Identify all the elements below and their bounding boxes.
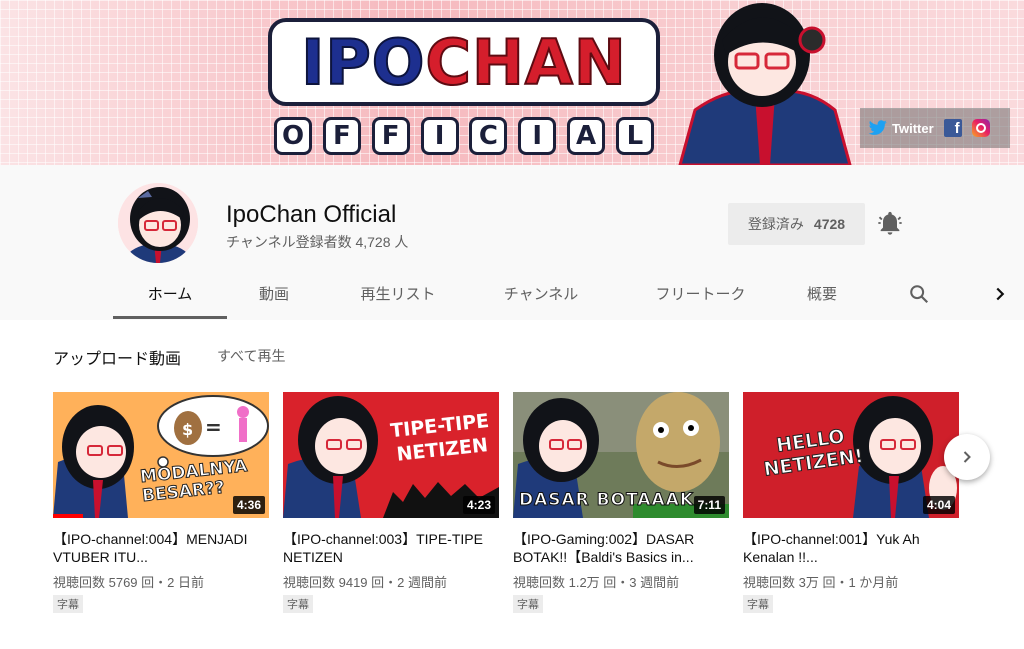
tab-videos[interactable]: 動画 xyxy=(239,277,309,319)
video-card[interactable]: DASAR BOTAAAK 7:11 【IPO-Gaming:002】DASAR… xyxy=(513,392,729,613)
chevron-right-icon[interactable] xyxy=(989,283,1011,305)
avatar-illustration xyxy=(118,183,198,263)
logo-letter: L xyxy=(615,117,654,155)
video-title[interactable]: 【IPO-Gaming:002】DASAR BOTAK!!【Baldi's Ba… xyxy=(513,530,729,566)
logo-ipo-text: IPO xyxy=(300,25,426,100)
thumbnail-caption: DASAR BOTAAAK xyxy=(519,490,695,511)
video-duration: 7:11 xyxy=(693,496,725,514)
subscriber-count: チャンネル登録者数 4,728 人 xyxy=(226,234,409,250)
channel-avatar[interactable] xyxy=(118,183,198,263)
channel-name: IpoChan Official xyxy=(226,201,397,228)
search-icon[interactable] xyxy=(908,283,930,305)
video-duration: 4:23 xyxy=(462,496,495,514)
subtitles-badge: 字幕 xyxy=(53,595,83,613)
video-meta: 視聴回数 5769 回・2 日前 xyxy=(53,575,204,590)
video-thumbnail[interactable]: DASAR BOTAAAK 7:11 xyxy=(513,392,729,518)
logo-letter: A xyxy=(567,117,606,155)
video-meta: 視聴回数 1.2万 回・3 週間前 xyxy=(513,575,680,590)
video-thumbnail[interactable]: HELLO NETIZEN! 4:04 xyxy=(743,392,959,518)
subscribed-count: 4728 xyxy=(813,216,846,232)
channel-banner: IPO CHAN O F F I C I A L Twitter f xyxy=(0,0,1024,165)
tab-playlists[interactable]: 再生リスト xyxy=(348,277,448,319)
logo-wordmark: IPO CHAN xyxy=(268,18,660,106)
tab-home[interactable]: ホーム xyxy=(113,277,227,319)
chevron-right-icon xyxy=(963,451,971,463)
video-card[interactable]: $ = MODALNYA BESAR?? 4:36 【IPO-channel:0… xyxy=(53,392,269,613)
video-thumbnail[interactable]: TIPE-TIPE NETIZEN 4:23 xyxy=(283,392,499,518)
video-meta: 視聴回数 3万 回・1 か月前 xyxy=(743,575,899,590)
channel-logo: IPO CHAN O F F I C I A L xyxy=(268,18,660,155)
shelf-next-button[interactable] xyxy=(944,434,990,480)
subtitles-badge: 字幕 xyxy=(513,595,543,613)
play-all-link[interactable]: すべて再生 xyxy=(217,346,285,366)
subscribed-label: 登録済み xyxy=(747,216,804,232)
logo-chan-text: CHAN xyxy=(424,25,627,100)
logo-letter: I xyxy=(420,117,459,155)
video-card[interactable]: TIPE-TIPE NETIZEN 4:23 【IPO-channel:003】… xyxy=(283,392,499,613)
video-duration: 4:36 xyxy=(232,496,265,514)
channel-header: IpoChan Official チャンネル登録者数 4,728 人 登録済み … xyxy=(0,165,1024,320)
section-title: アップロード動画 xyxy=(53,351,182,368)
logo-official-row: O F F I C I A L xyxy=(274,114,654,158)
subtitles-badge: 字幕 xyxy=(743,595,773,613)
tab-discussion[interactable]: フリートーク xyxy=(638,277,763,319)
video-title[interactable]: 【IPO-channel:004】MENJADI VTUBER ITU... xyxy=(53,530,269,566)
subscribed-button[interactable]: 登録済み 4728 xyxy=(728,203,865,245)
svg-text:$: $ xyxy=(182,420,193,439)
logo-letter: C xyxy=(469,117,508,155)
tab-about[interactable]: 概要 xyxy=(793,277,851,319)
banner-character-illustration xyxy=(678,3,852,165)
video-thumbnail[interactable]: $ = MODALNYA BESAR?? 4:36 xyxy=(53,392,269,518)
subtitles-badge: 字幕 xyxy=(283,595,313,613)
watch-progress-bar xyxy=(53,514,84,518)
video-duration: 4:04 xyxy=(922,496,955,514)
logo-letter: F xyxy=(371,117,410,155)
notification-bell-icon[interactable] xyxy=(876,209,904,237)
channel-tabs: ホーム 動画 再生リスト チャンネル フリートーク 概要 xyxy=(113,277,1024,319)
logo-letter: O xyxy=(274,117,312,155)
instagram-icon[interactable] xyxy=(971,119,990,137)
video-card[interactable]: HELLO NETIZEN! 4:04 【IPO-channel:001】Yuk… xyxy=(743,392,959,613)
logo-letter: F xyxy=(322,117,361,155)
twitter-link[interactable]: Twitter xyxy=(868,120,934,136)
facebook-icon[interactable]: f xyxy=(943,119,962,137)
video-meta: 視聴回数 9419 回・2 週間前 xyxy=(283,575,447,590)
social-links: Twitter f xyxy=(860,108,1010,148)
logo-letter: I xyxy=(518,117,557,155)
video-title[interactable]: 【IPO-channel:001】Yuk Ah Kenalan !!... xyxy=(743,530,959,566)
twitter-icon xyxy=(868,120,887,135)
tab-channels[interactable]: チャンネル xyxy=(491,277,591,319)
video-title[interactable]: 【IPO-channel:003】TIPE-TIPE NETIZEN xyxy=(283,530,499,566)
twitter-label: Twitter xyxy=(892,120,934,136)
svg-text:=: = xyxy=(205,415,222,439)
